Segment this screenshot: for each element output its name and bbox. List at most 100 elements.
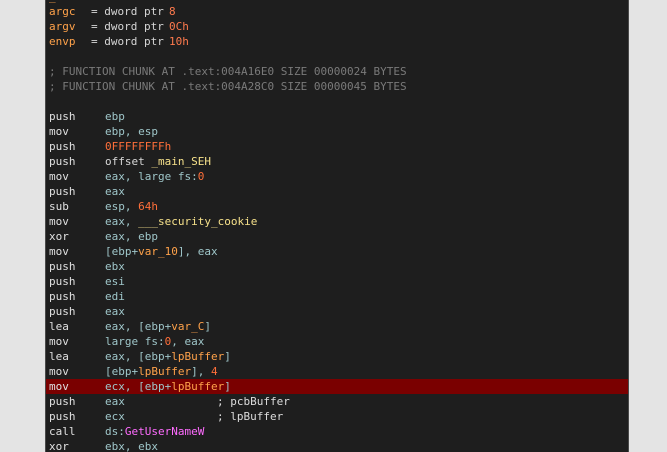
viewport: _ argc = dword ptr 8 argv = dword ptr 0C… <box>0 0 667 452</box>
instruction-mnemonic: mov <box>49 125 69 138</box>
operand-num: 64h <box>138 200 158 213</box>
instruction-row[interactable]: mov ebp, esp <box>46 124 628 139</box>
operand-reg: ecx, [ebp+ <box>105 380 172 393</box>
disassembly-listing[interactable]: _ argc = dword ptr 8 argv = dword ptr 0C… <box>45 0 629 452</box>
operand-reg: ] <box>224 380 231 393</box>
instruction-operands: ebp <box>105 109 125 124</box>
instruction-row[interactable]: push 0FFFFFFFFh <box>46 139 628 154</box>
instruction-mnemonic: push <box>49 185 76 198</box>
operand-var[interactable]: lpBuffer <box>138 365 191 378</box>
instruction-row[interactable]: push ebp <box>46 109 628 124</box>
operand-var[interactable]: var_10 <box>138 245 178 258</box>
chunk-comment-text: ; FUNCTION CHUNK AT .text:004A28C0 SIZE … <box>49 80 407 93</box>
instruction-mnemonic: mov <box>49 245 69 258</box>
operand-reg: eax, <box>105 215 139 228</box>
instruction-row[interactable]: push ecx ; lpBuffer <box>46 409 628 424</box>
operand-num: 4 <box>210 365 218 378</box>
operand-reg: [ebp+ <box>105 365 139 378</box>
instruction-row[interactable]: xor eax, ebp <box>46 229 628 244</box>
instruction-row[interactable]: xor ebx, ebx <box>46 439 628 452</box>
instruction-operands: eax <box>105 394 125 409</box>
instruction-row[interactable]: mov eax, ___security_cookie <box>46 214 628 229</box>
instruction-mnemonic: xor <box>49 230 69 243</box>
instruction-row[interactable]: push edi <box>46 289 628 304</box>
operand-reg: large fs: <box>105 335 165 348</box>
arg-line-argv[interactable]: argv = dword ptr 0Ch <box>46 19 628 34</box>
operand-name[interactable]: _main_SEH <box>151 155 211 168</box>
instruction-operands: eax, ebp <box>105 229 158 244</box>
instruction-row-current[interactable]: mov ecx, [ebp+lpBuffer] <box>46 379 628 394</box>
arg-definition: = dword ptr <box>91 5 164 18</box>
instruction-mnemonic: mov <box>49 365 69 378</box>
operand-reg: edi <box>105 290 125 303</box>
instruction-mnemonic: push <box>49 395 76 408</box>
instruction-row[interactable]: mov large fs:0, eax <box>46 334 628 349</box>
instruction-mnemonic: call <box>49 425 76 438</box>
arg-offset: 0Ch <box>169 20 189 33</box>
instruction-row[interactable]: push offset _main_SEH <box>46 154 628 169</box>
operand-plain: offset <box>105 155 152 168</box>
instruction-mnemonic: push <box>49 275 76 288</box>
instruction-row[interactable]: push eax <box>46 184 628 199</box>
arg-line-envp[interactable]: envp = dword ptr 10h <box>46 34 628 49</box>
instruction-operands: ecx, [ebp+lpBuffer] <box>105 379 231 394</box>
instruction-mnemonic: xor <box>49 440 69 452</box>
instruction-list: push ebp mov ebp, esp push 0FFFFFFFFh push offs… <box>46 109 628 452</box>
function-chunk-comment[interactable]: ; FUNCTION CHUNK AT .text:004A16E0 SIZE … <box>46 64 628 79</box>
instruction-operands: ecx <box>105 409 125 424</box>
instruction-operands: 0FFFFFFFFh <box>105 139 171 154</box>
operand-reg: esp, <box>105 200 139 213</box>
operand-var[interactable]: lpBuffer <box>171 350 224 363</box>
arg-definition: = dword ptr <box>91 20 164 33</box>
operand-reg: ebp <box>105 110 125 123</box>
instruction-operands: eax, ___security_cookie <box>105 214 257 229</box>
operand-reg: ecx <box>105 410 125 423</box>
instruction-row[interactable]: push eax ; pcbBuffer <box>46 394 628 409</box>
arg-name[interactable]: argc <box>49 4 76 19</box>
instruction-row[interactable]: mov eax, large fs:0 <box>46 169 628 184</box>
instruction-mnemonic: push <box>49 410 76 423</box>
instruction-row[interactable]: lea eax, [ebp+var_C] <box>46 319 628 334</box>
instruction-operands: esp, 64h <box>105 199 158 214</box>
arg-offset: 8 <box>169 5 176 18</box>
operand-reg: eax, large fs: <box>105 170 198 183</box>
instruction-mnemonic: mov <box>49 380 69 393</box>
operand-api[interactable]: GetUserNameW <box>125 425 204 438</box>
arg-name[interactable]: argv <box>49 19 76 34</box>
operand-num: 0FFFFFFFFh <box>105 140 172 153</box>
instruction-row[interactable]: push ebx <box>46 259 628 274</box>
instruction-mnemonic: push <box>49 290 76 303</box>
instruction-row[interactable]: sub esp, 64h <box>46 199 628 214</box>
arg-line-argc[interactable]: argc = dword ptr 8 <box>46 4 628 19</box>
operand-reg: esi <box>105 275 125 288</box>
operand-reg: eax, [ebp+ <box>105 350 172 363</box>
operand-reg: eax <box>105 305 125 318</box>
instruction-mnemonic: lea <box>49 320 69 333</box>
chunk-comment-text: ; FUNCTION CHUNK AT .text:004A16E0 SIZE … <box>49 65 407 78</box>
instruction-mnemonic: sub <box>49 200 69 213</box>
arg-name[interactable]: envp <box>49 34 76 49</box>
instruction-row[interactable]: push esi <box>46 274 628 289</box>
instruction-row[interactable]: mov [ebp+var_10], eax <box>46 244 628 259</box>
operand-reg: eax, [ebp+ <box>105 320 172 333</box>
operand-var[interactable]: var_C <box>171 320 204 333</box>
instruction-mnemonic: push <box>49 260 76 273</box>
instruction-operands: eax, [ebp+var_C] <box>105 319 211 334</box>
instruction-operands: eax <box>105 304 125 319</box>
instruction-row[interactable]: lea eax, [ebp+lpBuffer] <box>46 349 628 364</box>
instruction-mnemonic: push <box>49 140 76 153</box>
operand-name[interactable]: ___security_cookie <box>138 215 257 228</box>
operand-reg: eax <box>105 395 125 408</box>
instruction-row[interactable]: mov [ebp+lpBuffer], 4 <box>46 364 628 379</box>
instruction-mnemonic: push <box>49 110 76 123</box>
instruction-row[interactable]: call ds:GetUserNameW <box>46 424 628 439</box>
instruction-mnemonic: mov <box>49 215 69 228</box>
operand-var[interactable]: lpBuffer <box>171 380 224 393</box>
instruction-operands: ds:GetUserNameW <box>105 424 204 439</box>
instruction-operands: eax, large fs:0 <box>105 169 204 184</box>
instruction-row[interactable]: push eax <box>46 304 628 319</box>
instruction-mnemonic: mov <box>49 170 69 183</box>
function-chunk-comment[interactable]: ; FUNCTION CHUNK AT .text:004A28C0 SIZE … <box>46 79 628 94</box>
